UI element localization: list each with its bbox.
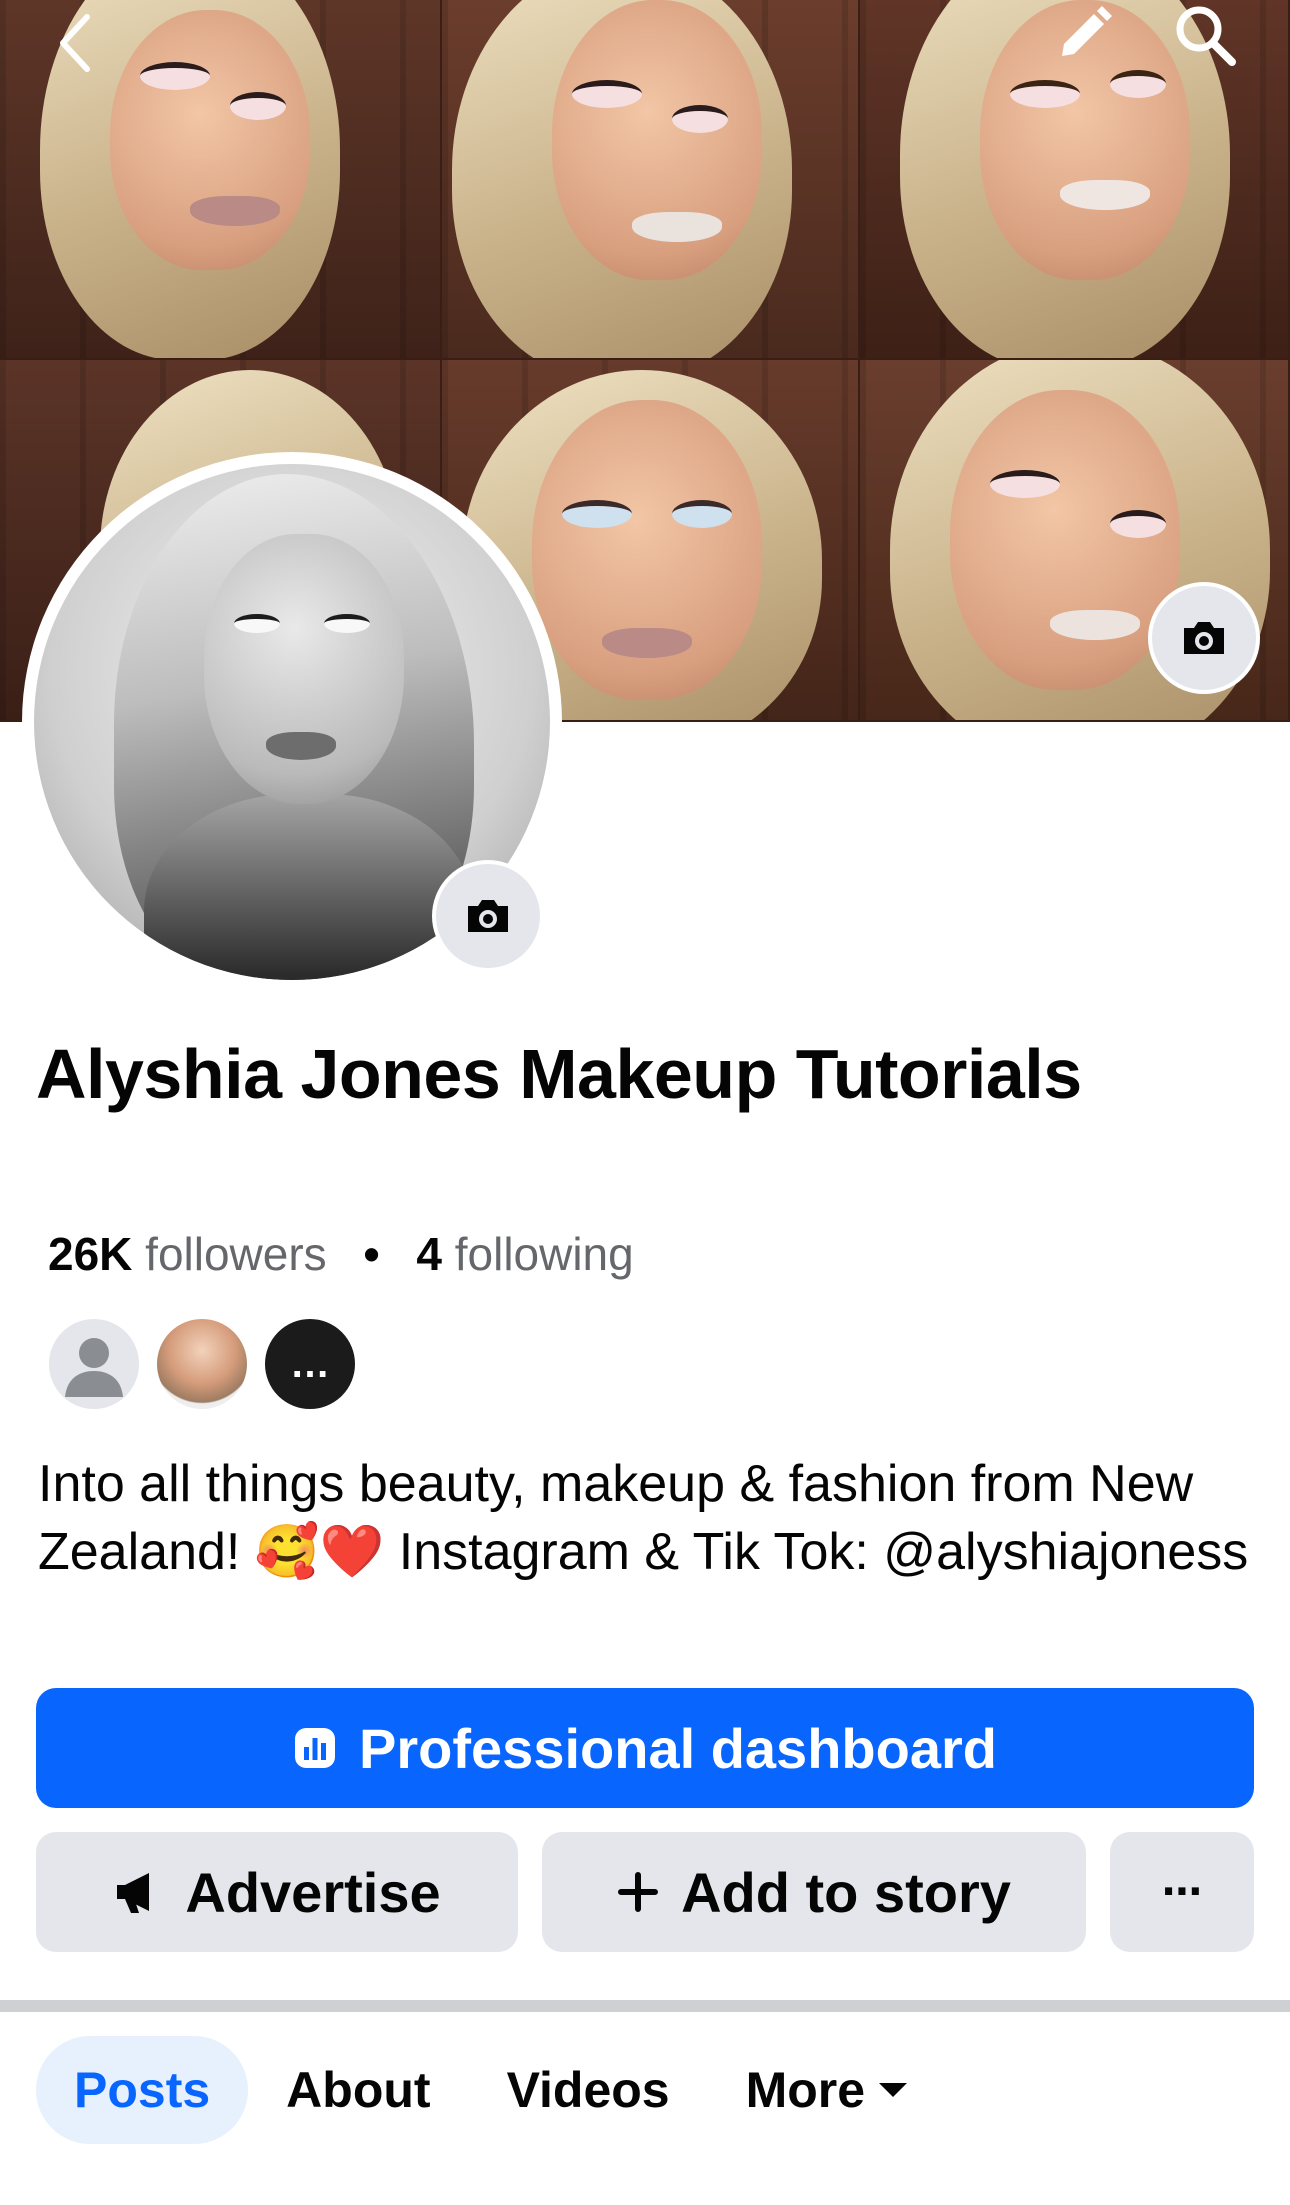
search-icon[interactable] [1160,0,1250,70]
tab-videos[interactable]: Videos [469,2036,708,2144]
cover-camera-button[interactable] [1148,582,1260,694]
more-dots-icon: ⋯ [1162,1870,1202,1914]
followers-label[interactable]: followers [145,1228,327,1280]
following-label[interactable]: following [455,1228,634,1280]
follow-stats: 26K followers • 4 following [48,1226,634,1282]
followers-count[interactable]: 26K [48,1228,132,1280]
plus-icon [617,1871,659,1913]
profile-camera-button[interactable] [432,860,544,972]
advertise-label: Advertise [185,1860,441,1924]
page-bio: Into all things beauty, makeup & fashion… [38,1455,1249,1581]
follower-avatar[interactable] [154,1316,250,1412]
more-options-button[interactable]: ⋯ [1110,1832,1254,1952]
cover-tile [442,0,860,360]
chevron-left-icon[interactable] [40,8,110,78]
section-divider [0,2000,1290,2012]
pencil-icon[interactable] [1038,0,1128,70]
advertise-button[interactable]: Advertise [36,1832,518,1952]
following-count[interactable]: 4 [416,1228,442,1280]
camera-icon [468,900,508,932]
camera-icon [1184,622,1224,654]
professional-dashboard-label: Professional dashboard [359,1716,997,1780]
default-avatar-icon[interactable] [46,1316,142,1412]
tab-more-label: More [745,2062,866,2118]
dashboard-icon [293,1726,337,1770]
page-title: Alyshia Jones Makeup Tutorials [36,1035,1082,1113]
add-to-story-button[interactable]: Add to story [542,1832,1086,1952]
profile-tabs: Posts About Videos More [36,2036,945,2144]
megaphone-icon [113,1867,163,1917]
add-to-story-label: Add to story [681,1860,1011,1924]
more-followers-avatar[interactable]: … [262,1316,358,1412]
separator-dot: • [363,1228,380,1280]
more-followers-label: … [290,1341,330,1386]
tab-about[interactable]: About [248,2036,468,2144]
tab-posts[interactable]: Posts [36,2036,249,2144]
caret-down-icon [879,2083,908,2097]
professional-dashboard-button[interactable]: Professional dashboard [36,1688,1254,1808]
tab-more[interactable]: More [708,2036,945,2144]
